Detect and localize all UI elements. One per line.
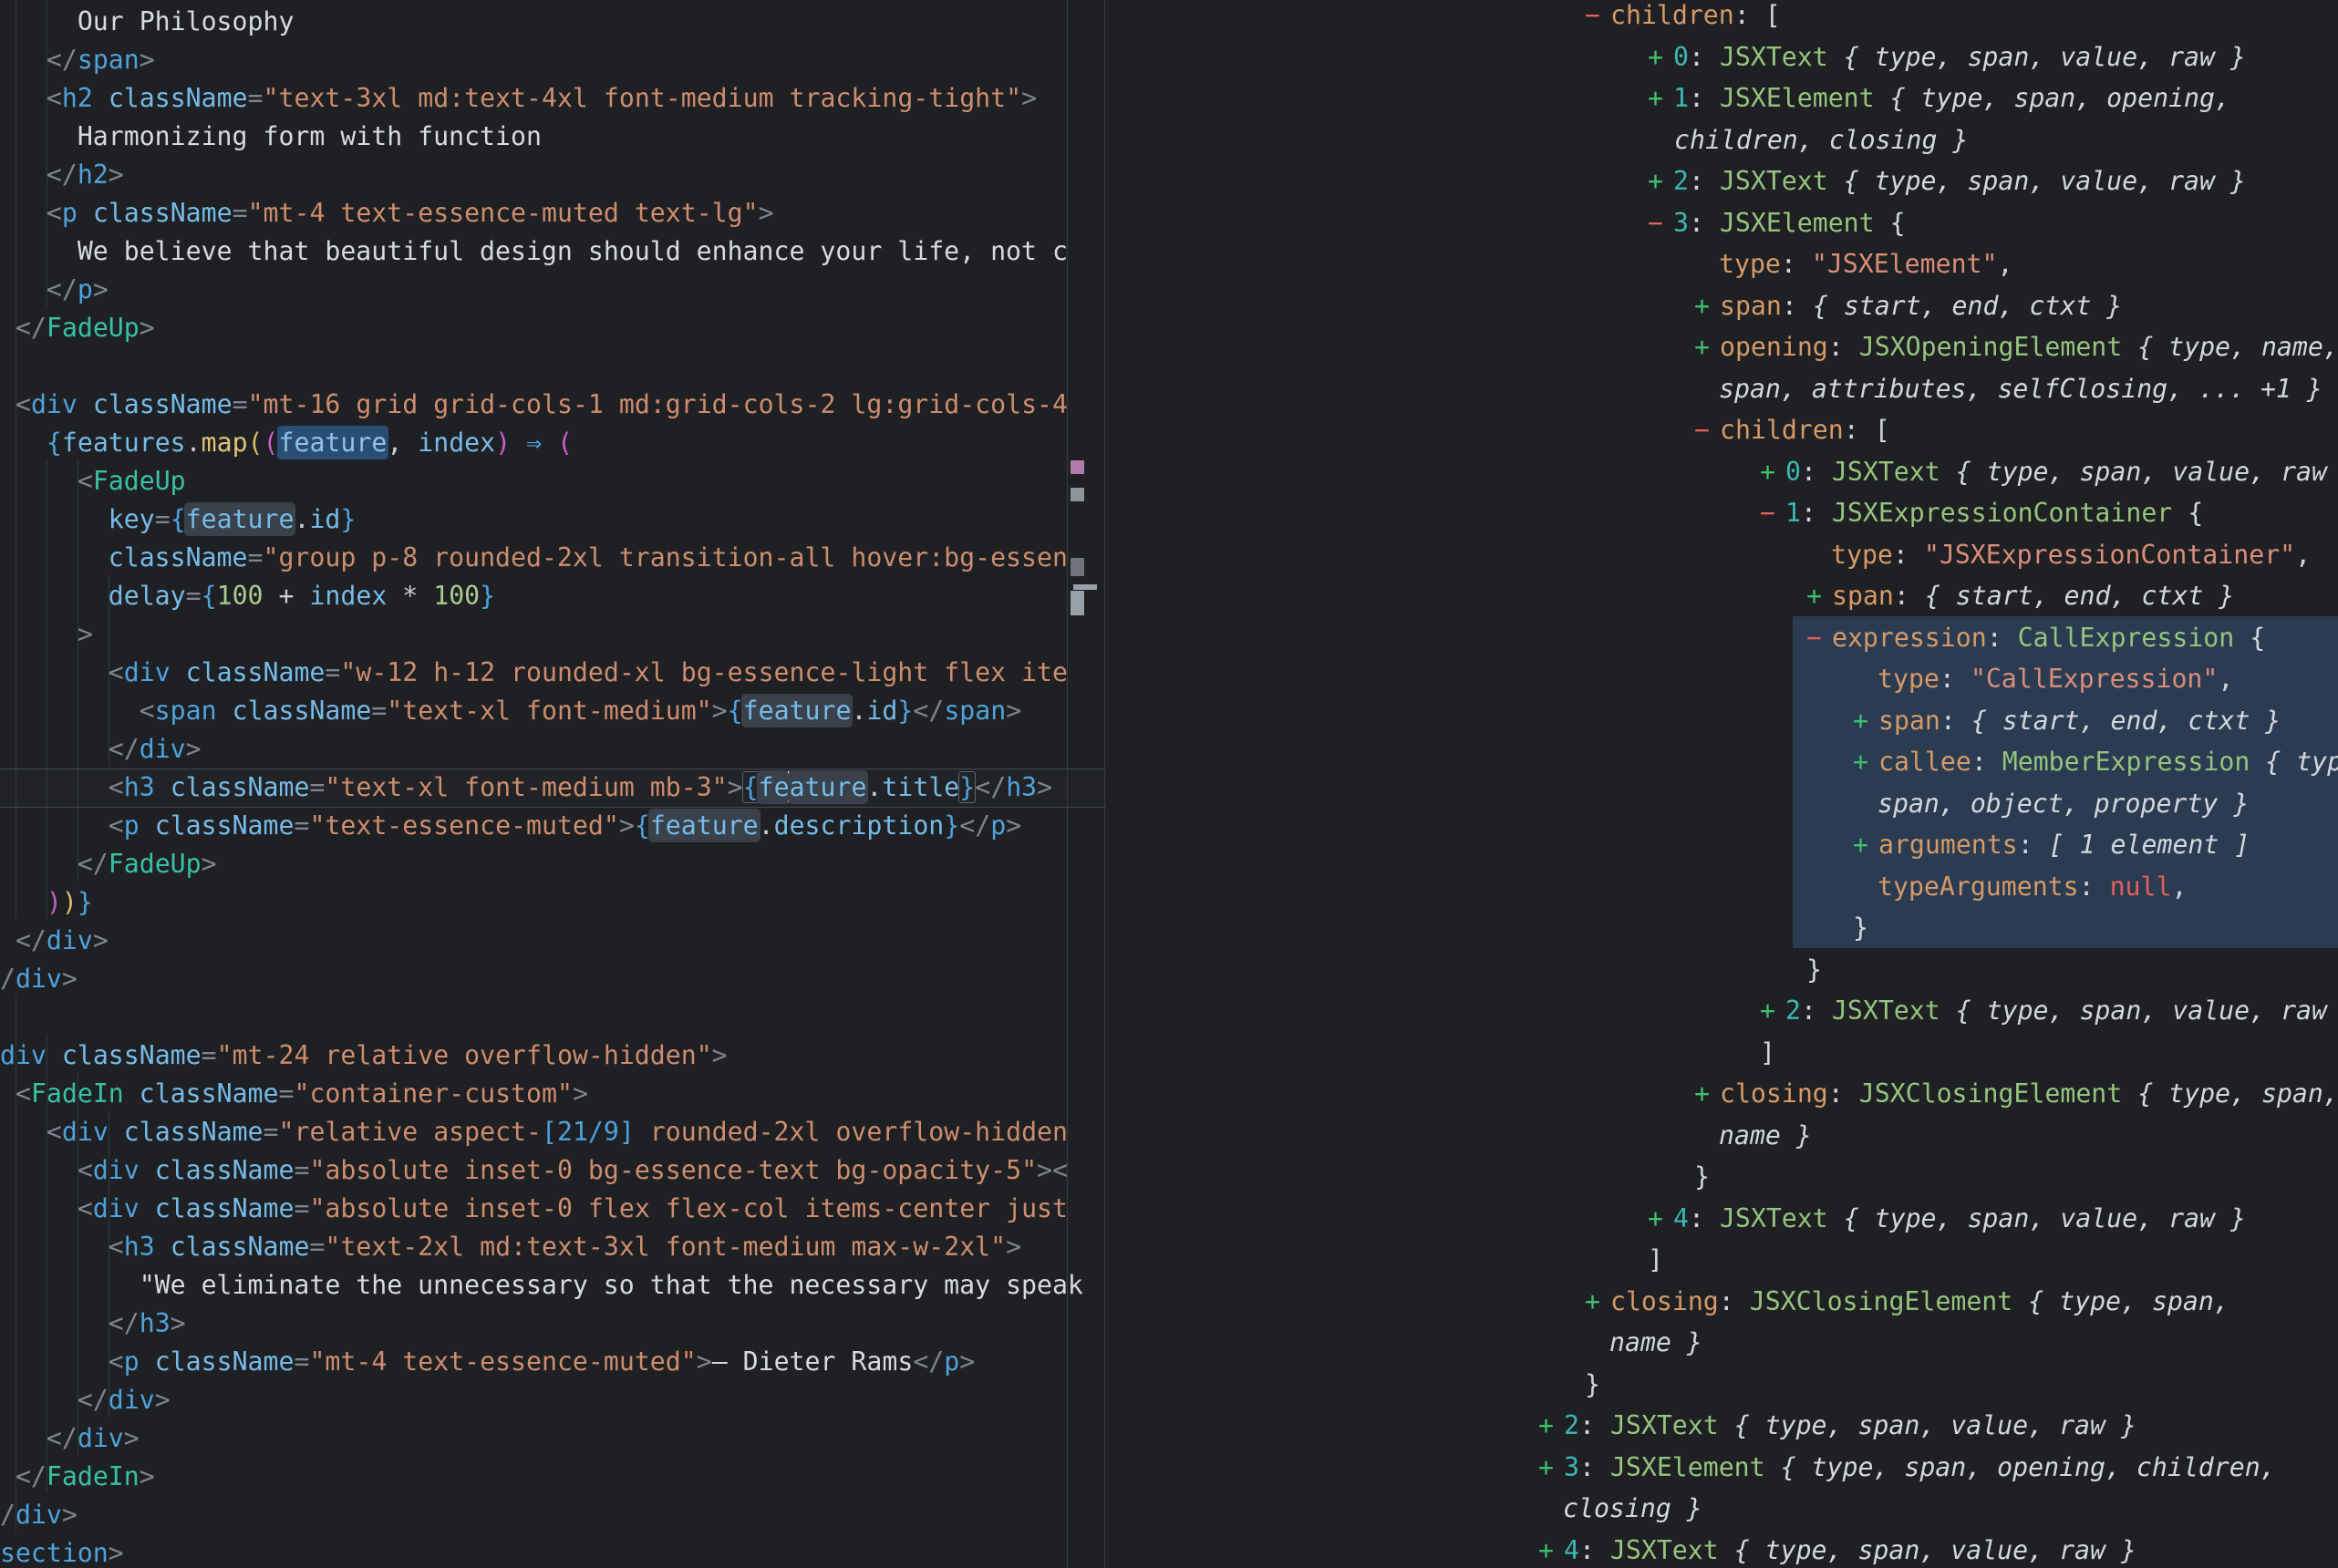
ast-row[interactable]: −children: [ <box>1694 409 2338 451</box>
ast-row[interactable]: +span: { start, end, ctxt } <box>1806 575 2338 617</box>
ast-row[interactable]: +span: { start, end, ctxt } <box>1853 700 2338 742</box>
ast-row[interactable]: } <box>1585 1364 2338 1406</box>
ast-row[interactable]: } <box>1694 1156 2338 1198</box>
ast-row[interactable]: type: "JSXElement", <box>1719 243 2338 285</box>
ast-row[interactable]: ] <box>1648 1239 2338 1281</box>
ast-row[interactable]: +callee: MemberExpression { type, <box>1853 741 2338 783</box>
ast-row[interactable]: −1: JSXExpressionContainer { <box>1760 492 2338 534</box>
ast-row[interactable]: +closing: JSXClosingElement { type, span… <box>1585 1281 2338 1323</box>
ast-row[interactable]: −children: [ <box>1585 0 2338 36</box>
ast-row[interactable]: } <box>1853 907 2338 949</box>
syntax-tree-panel[interactable]: −children: [+0: JSXText { type, span, va… <box>0 0 2338 1568</box>
ast-row[interactable]: +opening: JSXOpeningElement { type, name… <box>1694 326 2338 368</box>
ast-row[interactable]: span, object, property } <box>1878 783 2338 825</box>
ast-row[interactable]: +0: JSXText { type, span, value, raw } <box>1648 36 2338 78</box>
ast-row[interactable]: +arguments: [ 1 element ] <box>1853 824 2338 866</box>
ast-row[interactable]: +1: JSXElement { type, span, opening, <box>1648 77 2338 119</box>
ast-row[interactable]: +2: JSXText { type, span, value, raw } <box>1538 1405 2338 1447</box>
ast-row[interactable]: closing } <box>1563 1488 2338 1530</box>
ast-row[interactable]: −3: JSXElement { <box>1648 202 2338 244</box>
ast-row[interactable]: +4: JSXText { type, span, value, raw } <box>1538 1530 2338 1568</box>
ast-row[interactable]: typeArguments: null, <box>1878 866 2338 908</box>
ast-row[interactable]: span, attributes, selfClosing, ... +1 } <box>1719 368 2338 410</box>
ast-row[interactable]: +0: JSXText { type, span, value, raw } <box>1760 451 2338 493</box>
ast-row[interactable]: children, closing } <box>1674 119 2338 161</box>
ast-row[interactable]: } <box>1806 949 2338 991</box>
ast-row[interactable]: +2: JSXText { type, span, value, raw } <box>1760 990 2338 1032</box>
ast-row[interactable]: +4: JSXText { type, span, value, raw } <box>1648 1198 2338 1240</box>
ast-row[interactable]: name } <box>1719 1115 2338 1157</box>
ast-row[interactable]: type: "JSXExpressionContainer", <box>1831 534 2338 576</box>
ast-rows: −children: [+0: JSXText { type, span, va… <box>0 0 2338 1568</box>
ast-row[interactable]: +span: { start, end, ctxt } <box>1694 285 2338 327</box>
editor-window: Our Philosophy </span> <h2 className="te… <box>0 0 2338 1568</box>
ast-row[interactable]: +3: JSXElement { type, span, opening, ch… <box>1538 1447 2338 1489</box>
ast-row[interactable]: ] <box>1760 1032 2338 1074</box>
ast-row[interactable]: name } <box>1609 1322 2338 1364</box>
ast-row[interactable]: type: "CallExpression", <box>1878 658 2338 700</box>
ast-row[interactable]: +2: JSXText { type, span, value, raw } <box>1648 160 2338 202</box>
ast-row[interactable]: +closing: JSXClosingElement { type, span… <box>1694 1073 2338 1115</box>
ast-row[interactable]: −expression: CallExpression { <box>1806 617 2338 659</box>
